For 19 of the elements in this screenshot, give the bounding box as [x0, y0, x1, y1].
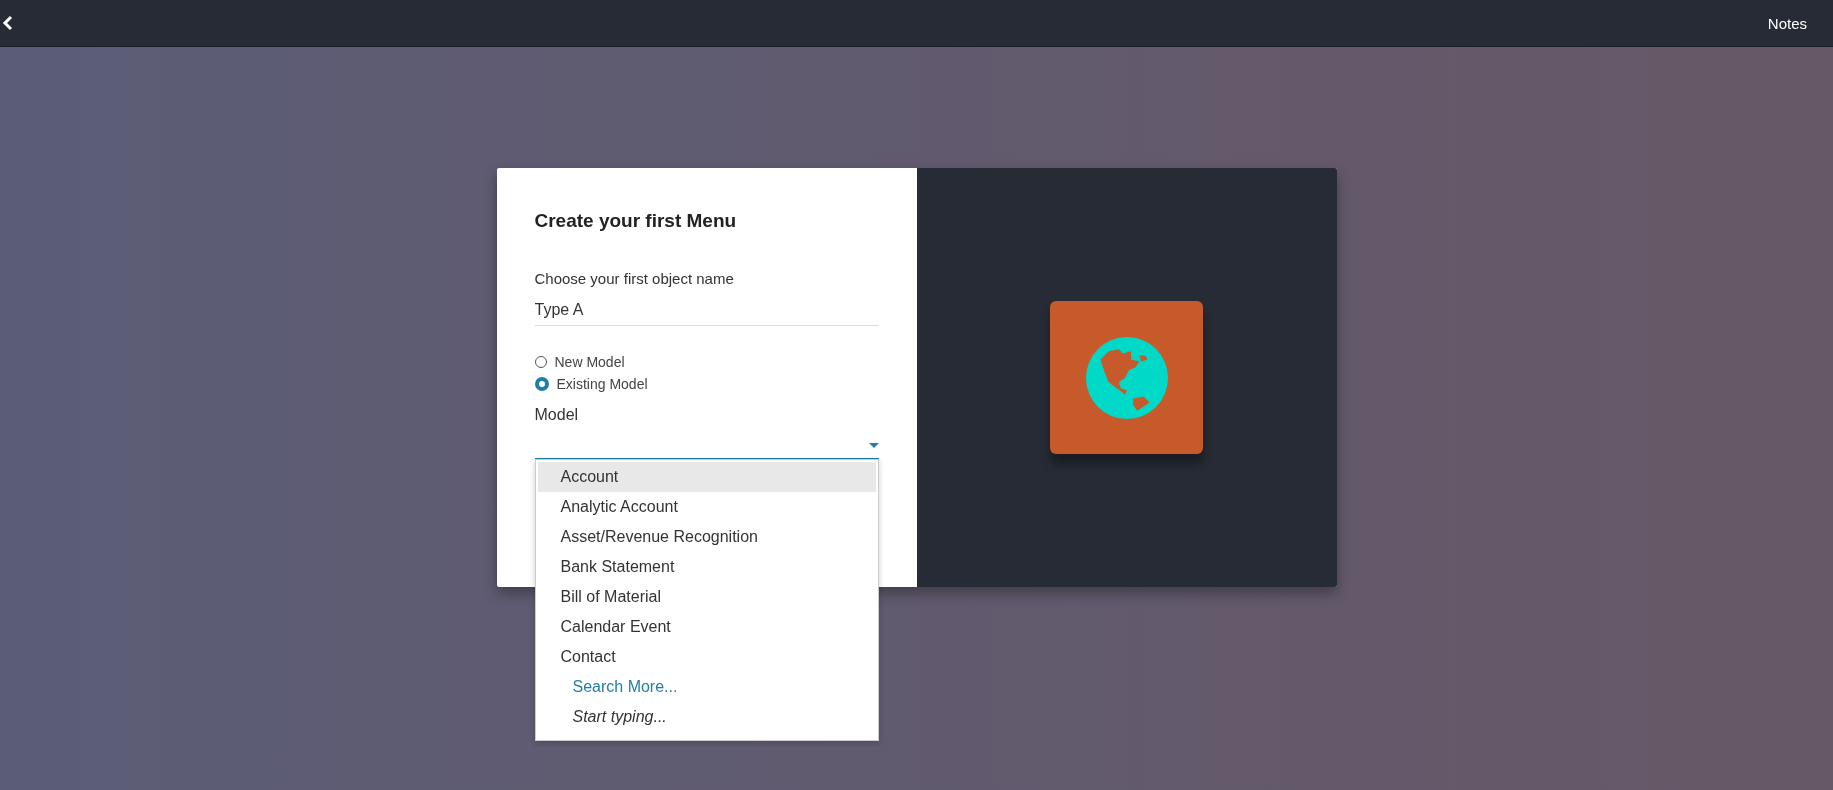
- start-typing-hint: Start typing...: [571, 707, 668, 727]
- dropdown-item[interactable]: Analytic Account: [537, 492, 876, 522]
- field-label: Model: [534, 406, 580, 424]
- dropdown-item[interactable]: Contact: [537, 642, 876, 672]
- dropdown-item[interactable]: Asset/Revenue Recognition: [537, 522, 876, 552]
- dropdown-item[interactable]: Account: [537, 462, 876, 492]
- search-more-link[interactable]: Search More...: [537, 672, 876, 702]
- form-title: Create your first Menu: [534, 210, 738, 232]
- notes-button[interactable]: Notes: [1761, 10, 1813, 36]
- back-chevron-icon[interactable]: [2, 15, 14, 31]
- caret-icon: [868, 442, 879, 448]
- dropdown-item[interactable]: Bank Statement: [537, 552, 876, 582]
- dropdown-item[interactable]: Calendar Event: [537, 612, 876, 642]
- globe-icon: [1085, 336, 1168, 419]
- radio-icon[interactable]: [534, 377, 549, 391]
- dropdown-item[interactable]: Bill of Material: [537, 582, 876, 612]
- radio-option[interactable]: New Model: [534, 354, 879, 370]
- field-label: Choose your first object name: [534, 270, 735, 287]
- radio-option[interactable]: Existing Model: [534, 376, 879, 392]
